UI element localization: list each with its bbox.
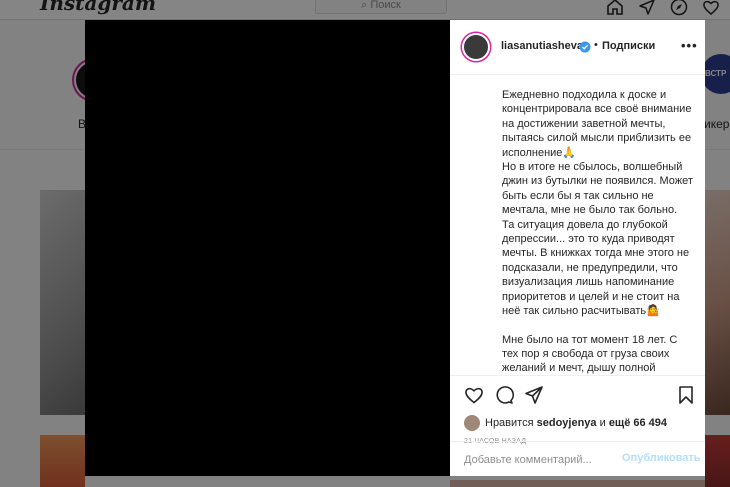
liker-username[interactable]: sedoyjenya bbox=[537, 417, 597, 429]
likes-count[interactable]: ещё 66 494 bbox=[609, 417, 667, 429]
post-media[interactable] bbox=[85, 20, 450, 476]
likes-prefix: Нравится bbox=[485, 417, 534, 429]
verified-icon bbox=[579, 40, 591, 53]
publish-button[interactable]: Опубликовать bbox=[622, 452, 701, 464]
comment-input[interactable] bbox=[464, 452, 604, 468]
author-avatar[interactable] bbox=[462, 33, 490, 61]
author-username[interactable]: liasanutiasheva bbox=[501, 40, 583, 52]
like-icon[interactable] bbox=[464, 385, 484, 405]
post-header: liasanutiasheva • Подписки ••• bbox=[450, 20, 705, 75]
share-icon[interactable] bbox=[524, 385, 544, 405]
caption-scroll-area[interactable]: Ежедневно подходила к доске и концентрир… bbox=[450, 76, 705, 376]
caption-paragraph: Ежедневно подходила к доске и концентрир… bbox=[502, 89, 693, 318]
comment-form: Опубликовать bbox=[450, 441, 705, 476]
comment-icon[interactable] bbox=[494, 385, 515, 405]
liker-avatar[interactable] bbox=[464, 415, 480, 431]
post-actions bbox=[450, 377, 705, 411]
header-separator: • bbox=[594, 39, 598, 51]
post-caption: Ежедневно подходила к доске и концентрир… bbox=[502, 88, 694, 375]
bookmark-icon[interactable] bbox=[676, 385, 696, 405]
more-options-button[interactable]: ••• bbox=[681, 38, 698, 53]
likes-summary: Нравится sedoyjenya и ещё 66 494 bbox=[464, 414, 704, 432]
following-button[interactable]: Подписки bbox=[602, 40, 655, 52]
caption-paragraph: Мне было на тот момент 18 лет. С тех пор… bbox=[502, 333, 678, 375]
post-side-panel: liasanutiasheva • Подписки ••• Ежедневно… bbox=[450, 20, 705, 476]
